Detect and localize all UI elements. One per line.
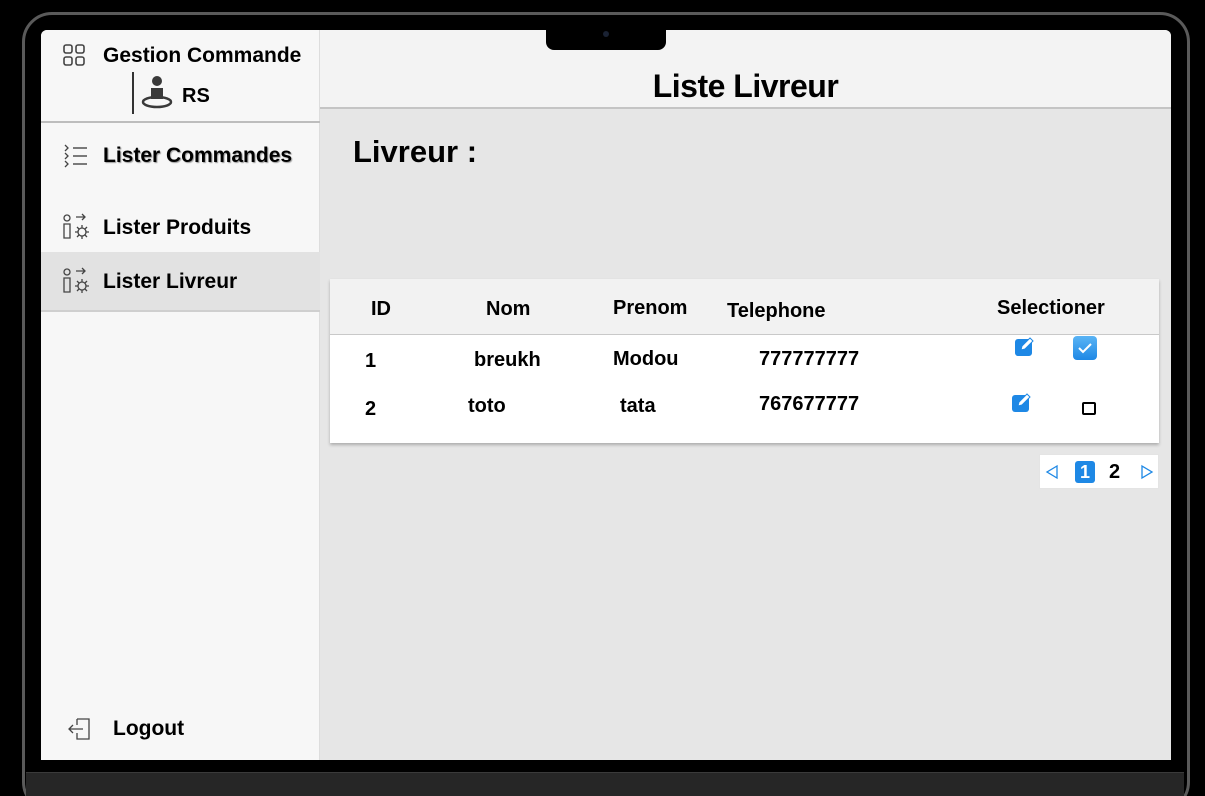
app-title: Gestion Commande: [103, 44, 302, 67]
page-1-button[interactable]: 1: [1075, 461, 1095, 483]
prev-page-icon[interactable]: [1044, 464, 1060, 480]
page-title: Liste Livreur: [652, 68, 839, 104]
select-checkbox-unchecked[interactable]: [1082, 402, 1096, 415]
sidebar-item-lister-commandes[interactable]: Lister Commandes: [41, 126, 320, 184]
sidebar: Gestion Commande RS Lister Commandes Lis…: [41, 30, 320, 760]
users-settings-icon: [63, 213, 89, 239]
cell-prenom: tata: [620, 395, 656, 417]
logout-label: Logout: [113, 717, 185, 740]
cell-nom: toto: [468, 395, 506, 417]
column-header-telephone: Telephone: [727, 300, 826, 322]
sidebar-item-lister-livreur[interactable]: Lister Livreur: [41, 252, 320, 312]
sidebar-item-label: Lister Produits: [103, 216, 252, 239]
user-location-icon[interactable]: [139, 74, 175, 110]
edit-icon[interactable]: [1011, 391, 1033, 413]
sidebar-item-label: Lister Commandes: [103, 144, 293, 167]
column-header-prenom: Prenom: [613, 297, 688, 319]
cell-telephone: 777777777: [759, 348, 860, 370]
user-name[interactable]: RS: [182, 85, 210, 108]
column-header-selectioner: Selectioner: [997, 297, 1105, 319]
page-header: Liste Livreur: [320, 30, 1171, 109]
cell-telephone: 767677777: [759, 393, 860, 415]
cell-id: 1: [365, 350, 377, 372]
user-divider: [132, 72, 134, 114]
users-settings-icon: [63, 267, 89, 293]
camera-icon: [603, 31, 609, 37]
livreur-table: ID Nom Prenom Telephone Selectioner 1 br…: [330, 279, 1159, 443]
sidebar-item-lister-produits[interactable]: Lister Produits: [41, 198, 320, 256]
select-checkbox-checked[interactable]: [1073, 336, 1097, 360]
logout-icon: [68, 718, 90, 740]
section-label: Livreur :: [353, 134, 478, 169]
cell-nom: breukh: [474, 349, 541, 371]
table-header: ID Nom Prenom Telephone Selectioner: [330, 279, 1159, 335]
logout-button[interactable]: Logout: [41, 706, 320, 750]
edit-icon[interactable]: [1014, 335, 1036, 357]
page-2-button[interactable]: 2: [1109, 461, 1120, 484]
cell-id: 2: [365, 398, 377, 420]
app-screen: Gestion Commande RS Lister Commandes Lis…: [41, 30, 1171, 760]
next-page-icon[interactable]: [1139, 464, 1155, 480]
sidebar-item-label: Lister Livreur: [103, 270, 238, 293]
check-icon: [1078, 343, 1092, 354]
pagination: 1 2: [1039, 454, 1159, 489]
list-icon: [64, 144, 87, 168]
grid-icon: [63, 44, 85, 66]
cell-prenom: Modou: [613, 348, 679, 370]
laptop-base: [26, 772, 1184, 796]
column-header-nom: Nom: [486, 298, 531, 320]
brand-header: Gestion Commande RS: [41, 30, 320, 123]
column-header-id: ID: [371, 298, 391, 320]
